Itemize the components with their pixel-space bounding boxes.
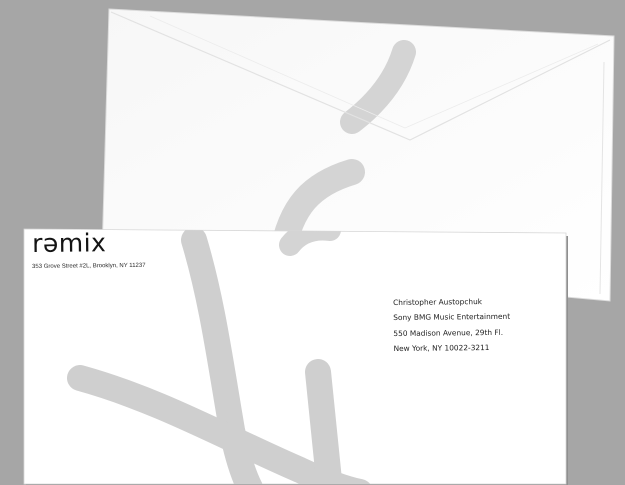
return-address: 353 Grove Street #2L, Brooklyn, NY 11237 (32, 262, 146, 270)
recipient-company: Sony BMG Music Entertainment (393, 312, 511, 323)
recipient-street: 550 Madison Avenue, 29th Fl. (393, 327, 504, 338)
recipient-name: Christopher Austopchuk (393, 297, 483, 307)
remix-logo: rəmix (31, 228, 107, 258)
front-swirl-tail (305, 359, 343, 484)
recipient-city: New York, NY 10022-3211 (393, 343, 490, 354)
recipient-address-block: Christopher Austopchuk Sony BMG Music En… (393, 294, 510, 357)
